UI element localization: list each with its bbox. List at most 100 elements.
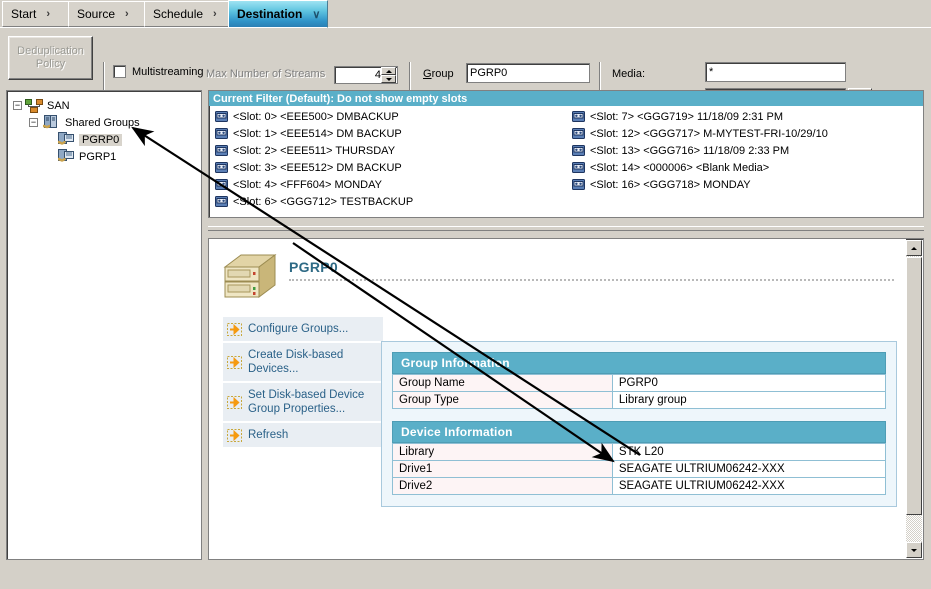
media-label: Media:	[612, 68, 645, 80]
tape-media-icon	[215, 128, 228, 139]
action-link[interactable]: Create Disk-based Devices...	[223, 343, 383, 383]
tree-node-shared-groups[interactable]: − Shared Groups	[29, 114, 201, 131]
device-tree-panel[interactable]: − SAN − Shared Groups	[6, 90, 202, 560]
tab-start-label: Start	[11, 7, 36, 21]
arrow-right-icon	[227, 356, 242, 369]
title-divider	[289, 279, 894, 281]
tree-node-san[interactable]: − SAN	[13, 97, 201, 114]
scrollbar-thumb[interactable]	[906, 257, 922, 515]
slot-entry-label: <Slot: 6> <GGG712> TESTBACKUP	[233, 196, 413, 208]
slot-entry[interactable]: <Slot: 3> <EEE512> DM BACKUP	[209, 159, 566, 176]
tape-media-icon	[215, 179, 228, 190]
deduplication-policy-button[interactable]: Deduplication Policy	[8, 36, 93, 80]
group-information-caption: Group Information	[392, 352, 886, 374]
chevron-right-icon: ›	[46, 8, 50, 20]
multistreaming-checkbox[interactable]	[113, 65, 126, 78]
slot-entry[interactable]: <Slot: 0> <EEE500> DMBACKUP	[209, 108, 566, 125]
slot-entry[interactable]: <Slot: 13> <GGG716> 11/18/09 2:33 PM	[566, 142, 923, 159]
slot-entry[interactable]: <Slot: 12> <GGG717> M-MYTEST-FRI-10/29/1…	[566, 125, 923, 142]
group-input[interactable]: PGRP0	[466, 63, 590, 83]
tree-node-pgrp0-label: PGRP0	[79, 134, 122, 146]
slot-list-right-column: <Slot: 7> <GGG719> 11/18/09 2:31 PM <Slot…	[566, 108, 923, 210]
slot-entry-label: <Slot: 16> <GGG718> MONDAY	[590, 179, 751, 191]
slot-entry-label: <Slot: 4> <FFF604> MONDAY	[233, 179, 382, 191]
stepper-down-button[interactable]	[381, 75, 396, 83]
tape-media-icon	[215, 111, 228, 122]
slot-entry[interactable]: <Slot: 14> <000006> <Blank Media>	[566, 159, 923, 176]
table-cell-value: STK L20	[612, 444, 885, 461]
tape-media-icon	[572, 179, 585, 190]
stepper-up-button[interactable]	[381, 67, 396, 75]
expander-icon[interactable]: −	[29, 118, 38, 127]
table-row: Drive1SEAGATE ULTRIUM06242-XXX	[393, 461, 886, 478]
table-row: Drive2SEAGATE ULTRIUM06242-XXX	[393, 478, 886, 495]
tab-start[interactable]: Start ›	[2, 1, 70, 27]
expander-icon[interactable]: −	[13, 101, 22, 110]
action-link-label: Create Disk-based Devices...	[248, 348, 377, 376]
media-input[interactable]: *	[705, 62, 846, 82]
action-link[interactable]: Set Disk-based Device Group Properties..…	[223, 383, 383, 423]
tab-source[interactable]: Source ›	[68, 1, 146, 27]
table-cell-value: PGRP0	[612, 375, 885, 392]
slot-entry[interactable]: <Slot: 2> <EEE511> THURSDAY	[209, 142, 566, 159]
tree-node-pgrp0[interactable]: PGRP0	[57, 131, 201, 148]
tree-node-pgrp1[interactable]: PGRP1	[57, 148, 201, 165]
slot-entry[interactable]: <Slot: 6> <GGG712> TESTBACKUP	[209, 193, 566, 210]
scroll-up-button[interactable]	[906, 240, 922, 256]
tape-media-icon	[572, 111, 585, 122]
slot-entry-label: <Slot: 14> <000006> <Blank Media>	[590, 162, 769, 174]
detail-vertical-scrollbar[interactable]	[906, 240, 922, 558]
destination-options-bar: Deduplication Policy Multistreaming Mult…	[0, 27, 931, 89]
slot-entry-label: <Slot: 2> <EEE511> THURSDAY	[233, 145, 395, 157]
tab-schedule-label: Schedule	[153, 7, 203, 21]
information-tables: Group Information Group NamePGRP0Group T…	[381, 341, 897, 507]
tab-destination[interactable]: Destination ∨	[228, 0, 328, 28]
device-information-caption: Device Information	[392, 421, 886, 443]
tape-media-icon	[572, 162, 585, 173]
arrow-right-icon	[227, 429, 242, 442]
tree-node-pgrp1-label: PGRP1	[79, 151, 116, 163]
scroll-down-button[interactable]	[906, 542, 922, 558]
action-link[interactable]: Refresh	[223, 423, 383, 447]
detail-title: PGRP0	[289, 259, 338, 275]
slot-entry-label: <Slot: 12> <GGG717> M-MYTEST-FRI-10/29/1…	[590, 128, 828, 140]
panel-splitter[interactable]	[208, 222, 924, 236]
current-filter-header: Current Filter (Default): Do not show em…	[209, 91, 923, 106]
slot-entry-label: <Slot: 1> <EEE514> DM BACKUP	[233, 128, 402, 140]
slot-entry[interactable]: <Slot: 4> <FFF604> MONDAY	[209, 176, 566, 193]
slot-entry[interactable]: <Slot: 1> <EEE514> DM BACKUP	[209, 125, 566, 142]
current-filter-panel: Current Filter (Default): Do not show em…	[208, 90, 924, 218]
slot-entry[interactable]: <Slot: 16> <GGG718> MONDAY	[566, 176, 923, 193]
group-icon	[57, 149, 75, 164]
group-label: GGrouproup	[423, 68, 454, 80]
group-detail-panel: PGRP0 Configure Groups... Create Disk-bas…	[208, 238, 924, 560]
table-row: Group TypeLibrary group	[393, 392, 886, 409]
shared-groups-icon	[41, 115, 61, 130]
table-cell-key: Library	[393, 444, 613, 461]
table-cell-key: Drive1	[393, 461, 613, 478]
slot-entry[interactable]: <Slot: 7> <GGG719> 11/18/09 2:31 PM	[566, 108, 923, 125]
tape-media-icon	[215, 145, 228, 156]
table-row: LibrarySTK L20	[393, 444, 886, 461]
tab-schedule[interactable]: Schedule ›	[144, 1, 236, 27]
table-cell-value: Library group	[612, 392, 885, 409]
action-link-label: Set Disk-based Device Group Properties..…	[248, 388, 377, 416]
arrow-right-icon	[227, 323, 242, 336]
tape-media-icon	[572, 145, 585, 156]
slot-entry-label: <Slot: 13> <GGG716> 11/18/09 2:33 PM	[590, 145, 789, 157]
group-detail-content: PGRP0 Configure Groups... Create Disk-bas…	[209, 239, 906, 559]
table-cell-key: Group Type	[393, 392, 613, 409]
action-links-list: Configure Groups... Create Disk-based Dev…	[223, 317, 383, 447]
action-link[interactable]: Configure Groups...	[223, 317, 383, 343]
stepper-buttons[interactable]	[381, 67, 396, 83]
slot-entry-label: <Slot: 7> <GGG719> 11/18/09 2:31 PM	[590, 111, 783, 123]
deduplication-policy-label-line2: Policy	[36, 58, 65, 71]
san-icon	[25, 99, 43, 113]
tape-media-icon	[572, 128, 585, 139]
application-window: Start › Source › Schedule › Destination …	[0, 0, 931, 589]
wizard-tab-strip: Start › Source › Schedule › Destination …	[0, 0, 931, 28]
chevron-right-icon: ›	[125, 8, 129, 20]
max-number-of-streams-stepper[interactable]: 4	[334, 66, 398, 84]
multistreaming-row: Multistreaming	[113, 65, 204, 78]
media-input-value: *	[709, 66, 713, 78]
